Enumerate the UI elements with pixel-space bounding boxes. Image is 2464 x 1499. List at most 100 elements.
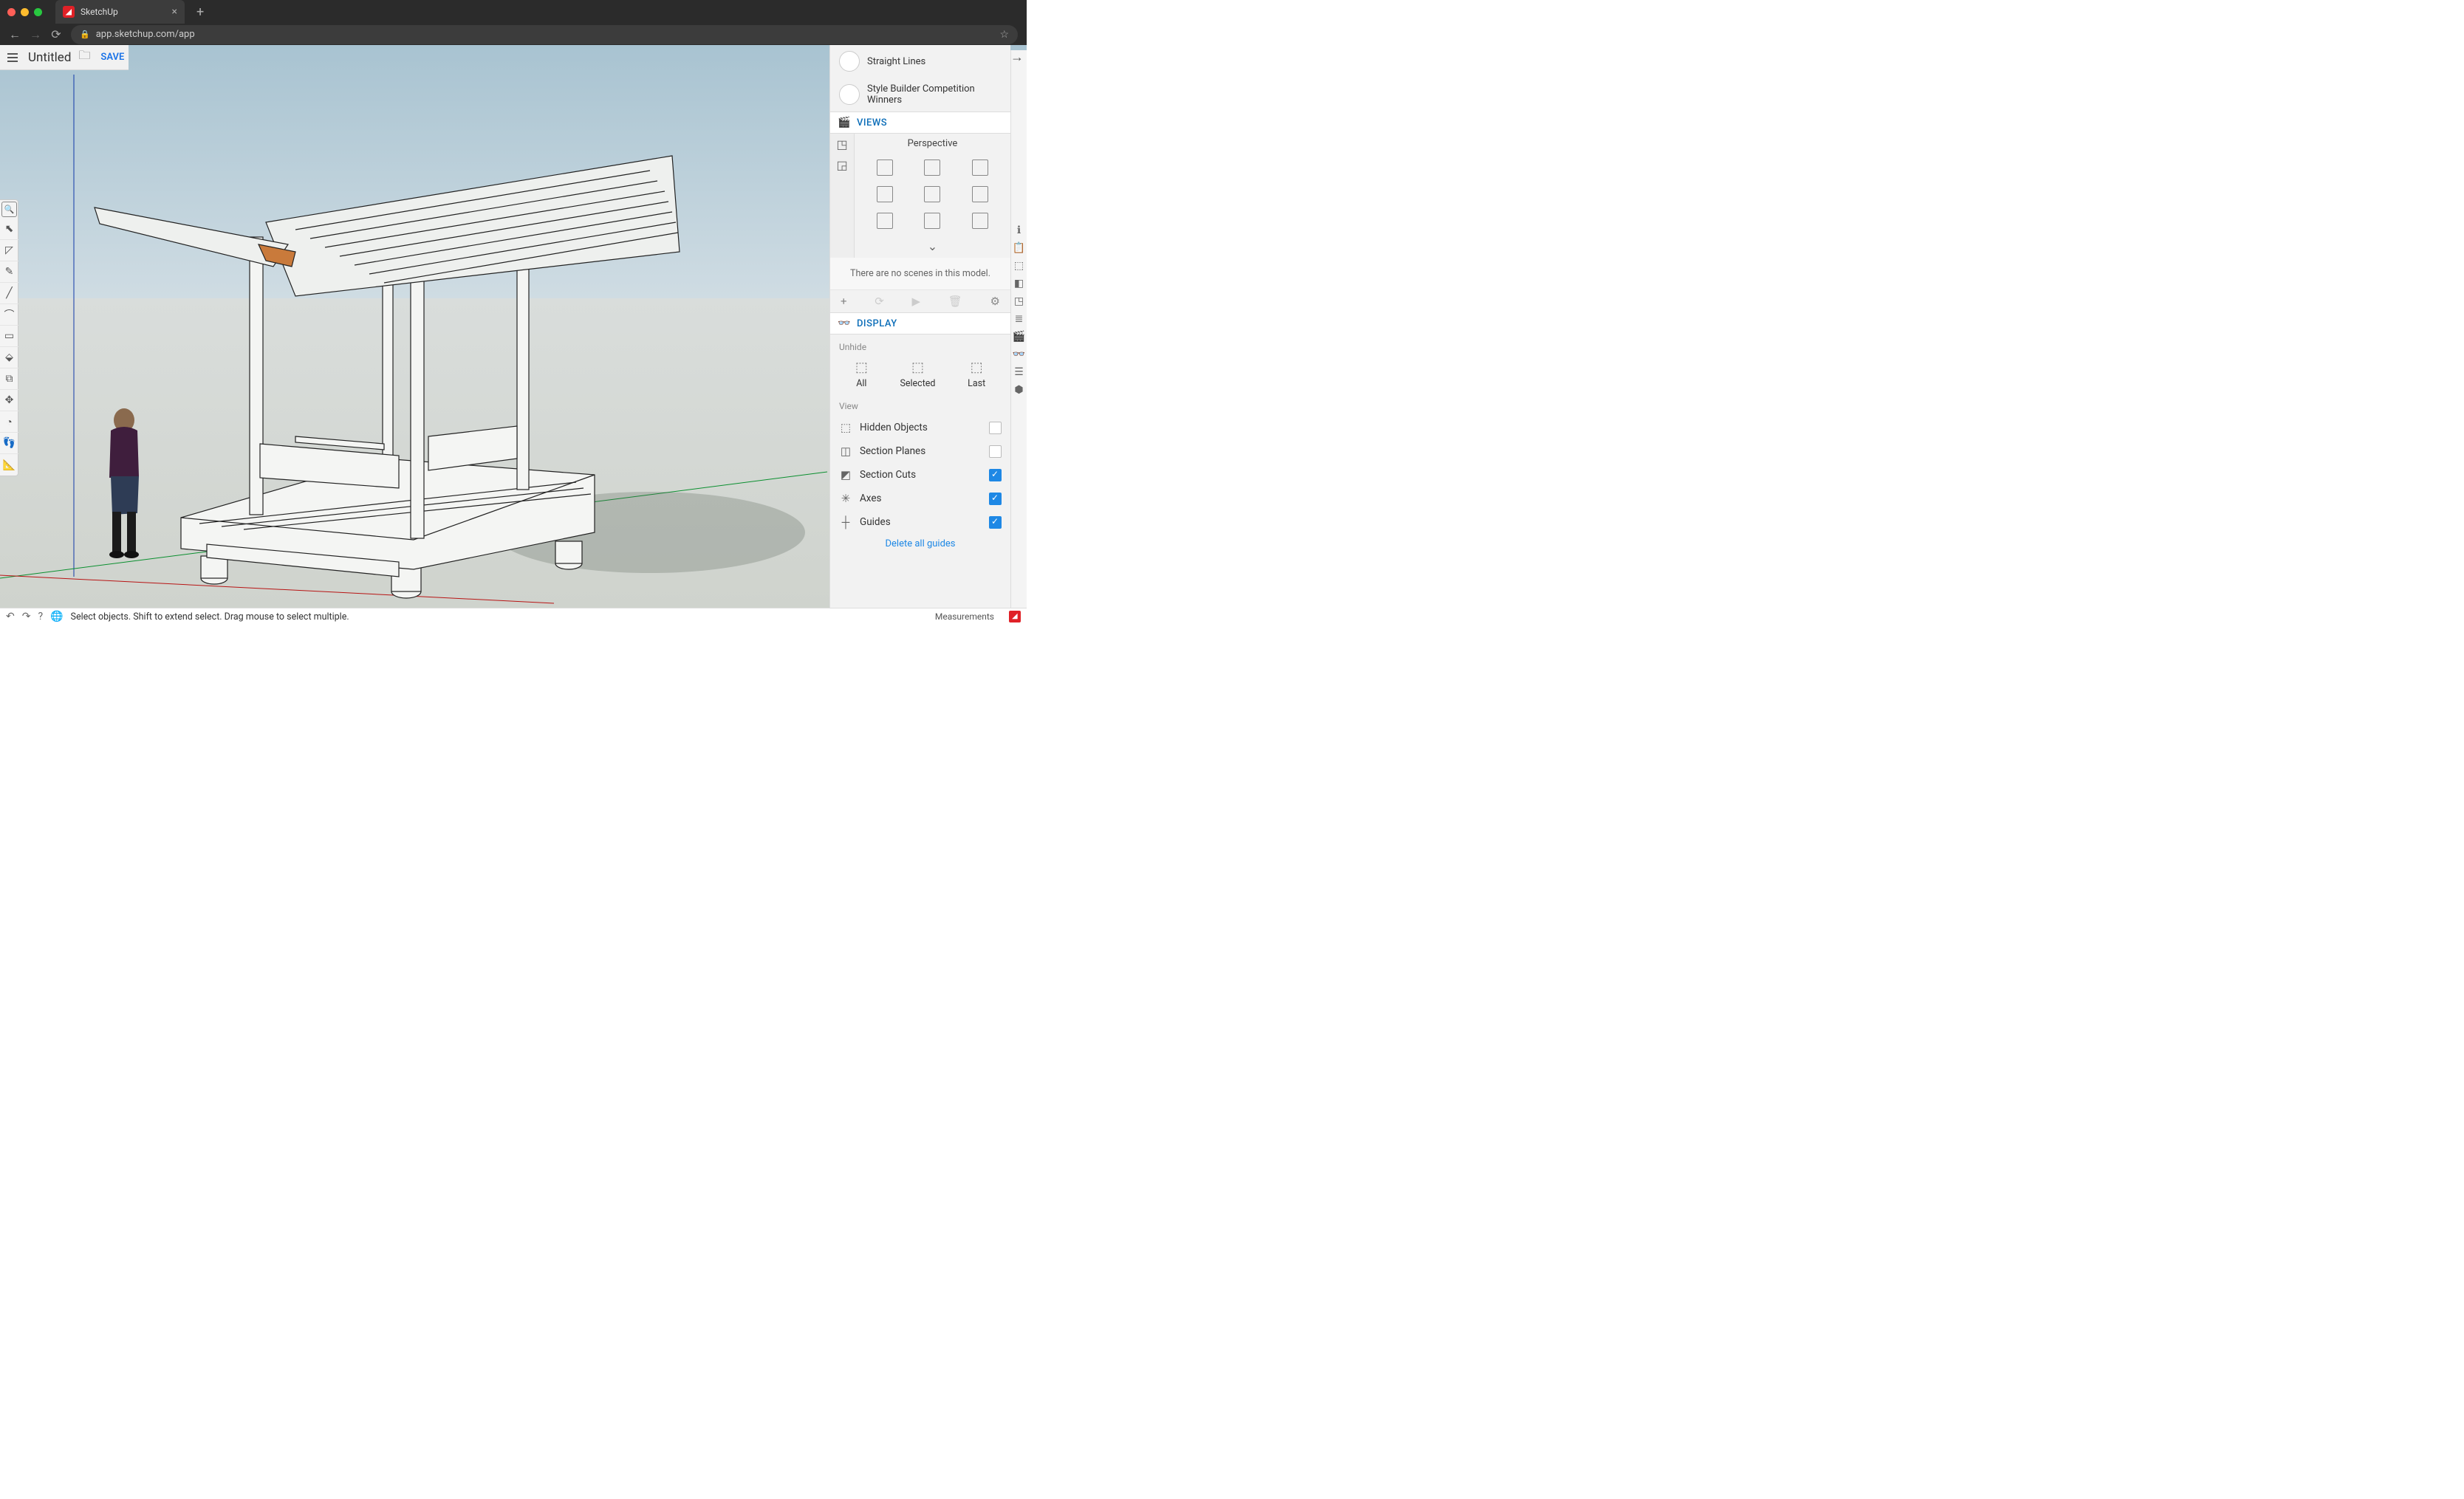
tool-walk[interactable]: 👣	[0, 433, 18, 454]
checkbox[interactable]	[989, 516, 1002, 529]
view-iso2[interactable]	[862, 208, 908, 233]
tool-paint[interactable]: ✎	[0, 261, 18, 283]
view-iso[interactable]	[862, 155, 908, 180]
menu-button[interactable]	[4, 50, 21, 65]
view-left[interactable]	[957, 182, 1003, 207]
maximize-window-icon[interactable]	[34, 8, 42, 16]
close-window-icon[interactable]	[7, 8, 16, 16]
left-toolbar: 🔍 ⬉ ◸ ✎ ╱ ⌒ ▭ ⬙ ⧉ ✥ ◔ 👣 📐	[0, 199, 18, 476]
back-button[interactable]: ←	[9, 27, 21, 42]
folder-icon[interactable]: 🗀	[78, 47, 90, 67]
glasses-icon: 👓	[838, 318, 851, 329]
guides-icon: ┼	[839, 515, 852, 529]
tool-rectangle[interactable]: ▭	[0, 326, 18, 347]
rail-scenes-icon[interactable]: 🎬	[1013, 331, 1026, 344]
model-canvas[interactable]	[0, 45, 829, 608]
rail-tags-icon[interactable]: ≣	[1013, 313, 1026, 326]
address-row: ← → ⟳ 🔒 app.sketchup.com/app ☆	[0, 24, 1027, 45]
measurements-label: Measurements	[935, 611, 994, 622]
close-tab-icon[interactable]: ×	[172, 6, 177, 18]
app-header: Untitled 🗀 SAVE	[0, 45, 129, 70]
unhide-last-button[interactable]: ⬚Last	[968, 360, 985, 389]
tool-pushpull[interactable]: ⬙	[0, 347, 18, 368]
views-more-button[interactable]: ⌄	[855, 235, 1010, 258]
language-button[interactable]: 🌐	[50, 611, 63, 622]
window-controls[interactable]	[7, 8, 42, 16]
option-guides[interactable]: ┼ Guides	[839, 510, 1002, 534]
checkbox[interactable]	[989, 469, 1002, 481]
browser-tab[interactable]: ◢ SketchUp ×	[55, 0, 185, 24]
expand-panel-button[interactable]: →	[1010, 49, 1024, 65]
tab-title: SketchUp	[81, 7, 118, 17]
help-button[interactable]: ?	[38, 611, 43, 622]
new-tab-button[interactable]: +	[196, 4, 204, 20]
views-label: VIEWS	[857, 117, 887, 128]
option-section-planes[interactable]: ◫ Section Planes	[839, 439, 1002, 463]
view-right[interactable]	[862, 182, 908, 207]
view-iso3[interactable]	[957, 208, 1003, 233]
browser-chrome: ◢ SketchUp × + ← → ⟳ 🔒 app.sketchup.com/…	[0, 0, 1027, 45]
view-bottom[interactable]	[909, 208, 955, 233]
rail-styles-icon[interactable]: ◳	[1013, 295, 1026, 309]
tool-offset[interactable]: ⧉	[0, 368, 18, 390]
scene-settings-button[interactable]: ⚙	[990, 295, 1000, 308]
unhide-selected-button[interactable]: ⬚Selected	[900, 360, 935, 389]
rail-3dw-icon[interactable]: ⬢	[1013, 384, 1026, 397]
option-hidden-objects[interactable]: ⬚ Hidden Objects	[839, 416, 1002, 439]
add-scene-button[interactable]: +	[841, 295, 847, 308]
display-section-header[interactable]: 👓 DISPLAY	[830, 312, 1010, 335]
tool-arc[interactable]: ⌒	[0, 304, 18, 326]
tool-eraser[interactable]: ◸	[0, 240, 18, 261]
lock-icon: 🔒	[80, 30, 90, 39]
tool-move[interactable]: ✥	[0, 390, 18, 411]
reload-button[interactable]: ⟳	[50, 27, 62, 41]
rail-components-icon[interactable]: ⬚	[1013, 260, 1026, 273]
view-back[interactable]	[909, 182, 955, 207]
delete-guides-button[interactable]: Delete all guides	[839, 534, 1002, 555]
undo-button[interactable]: ↶	[6, 611, 15, 622]
document-title: Untitled	[24, 50, 75, 65]
style-item-builder-winners[interactable]: Style Builder Competition Winners	[830, 78, 1010, 112]
play-scenes-button[interactable]: ▶	[912, 295, 921, 308]
unhide-label: Unhide	[839, 339, 1002, 357]
axes-icon: ✳	[839, 492, 852, 505]
delete-scene-button[interactable]: 🗑	[948, 295, 962, 308]
section-planes-icon: ◫	[839, 445, 852, 458]
unhide-row: ⬚All ⬚Selected ⬚Last	[839, 357, 1002, 398]
view-top[interactable]	[909, 155, 955, 180]
tool-select[interactable]: ⬉	[0, 219, 18, 240]
rail-materials-icon[interactable]: ◧	[1013, 278, 1026, 291]
view-sublabel: View	[839, 398, 1002, 416]
rail-display-icon[interactable]: 👓	[1013, 349, 1026, 362]
tool-rotate[interactable]: ◔	[0, 411, 18, 433]
view-front[interactable]	[957, 155, 1003, 180]
tab-strip: ◢ SketchUp × +	[0, 0, 1027, 24]
clapboard-icon: 🎬	[838, 117, 851, 128]
checkbox[interactable]	[989, 422, 1002, 434]
checkbox[interactable]	[989, 445, 1002, 458]
tool-line[interactable]: ╱	[0, 283, 18, 304]
tool-search[interactable]: 🔍	[1, 202, 17, 217]
rail-outliner-icon[interactable]: ☰	[1013, 366, 1026, 380]
option-axes[interactable]: ✳ Axes	[839, 487, 1002, 510]
cube-icon: ⬚	[911, 360, 924, 375]
unhide-all-button[interactable]: ⬚All	[855, 360, 868, 389]
address-bar[interactable]: 🔒 app.sketchup.com/app ☆	[71, 25, 1018, 44]
status-hint: Select objects. Shift to extend select. …	[71, 611, 349, 622]
rail-entity-info-icon[interactable]: ℹ	[1013, 224, 1026, 238]
redo-button[interactable]: ↷	[22, 611, 31, 622]
style-item-straight-lines[interactable]: Straight Lines	[830, 45, 1010, 78]
forward-button[interactable]: →	[30, 27, 41, 42]
views-section-header[interactable]: 🎬 VIEWS	[830, 112, 1010, 134]
save-button[interactable]: SAVE	[100, 52, 124, 63]
tool-tape[interactable]: 📐	[0, 454, 18, 476]
proj-perspective-button[interactable]: ◳	[830, 134, 854, 154]
option-section-cuts[interactable]: ◩ Section Cuts	[839, 463, 1002, 487]
rail-instructor-icon[interactable]: 📋	[1013, 242, 1026, 255]
minimize-window-icon[interactable]	[21, 8, 29, 16]
proj-parallel-button[interactable]: ◲	[830, 154, 854, 175]
refresh-scene-button[interactable]: ⟳	[875, 295, 884, 308]
checkbox[interactable]	[989, 493, 1002, 505]
bookmark-star-icon[interactable]: ☆	[999, 29, 1009, 41]
sketchup-logo-icon[interactable]: ◢	[1009, 611, 1021, 622]
